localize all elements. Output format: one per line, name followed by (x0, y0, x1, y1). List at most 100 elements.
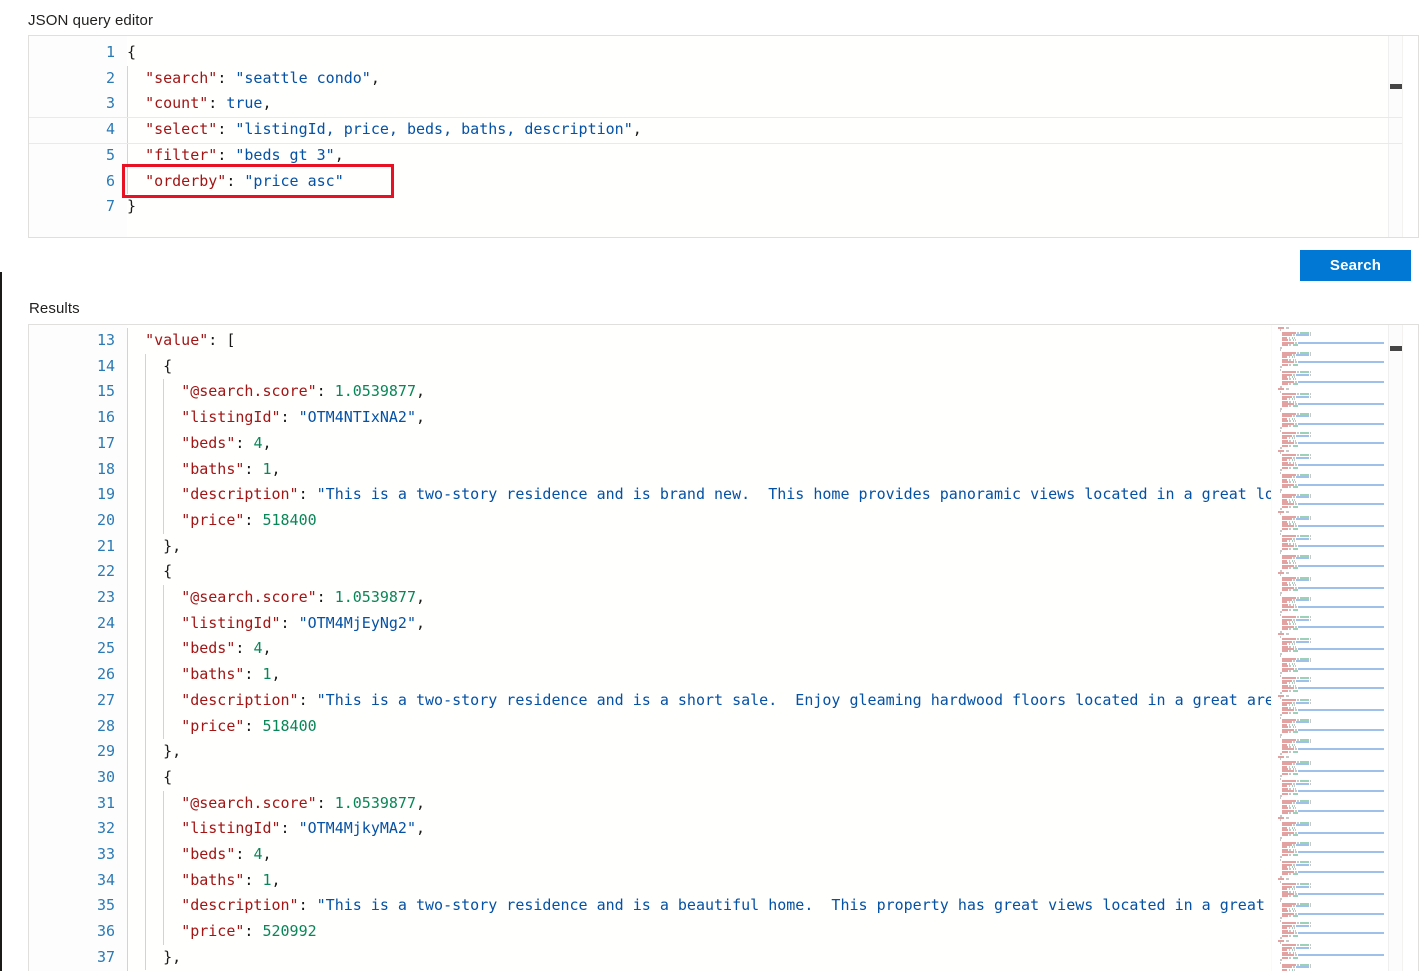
minimap-line-segment (1289, 444, 1292, 447)
token-key: "search" (145, 68, 218, 87)
search-button[interactable]: Search (1300, 250, 1411, 281)
code-line[interactable]: "baths": 1, (127, 457, 280, 483)
token-key: "listingId" (181, 819, 281, 838)
minimap-line-segment (1309, 579, 1311, 582)
minimap-line-segment (1281, 405, 1289, 408)
query-editor-scroll-marker[interactable] (1390, 84, 1402, 89)
code-line[interactable]: "value": [ (127, 328, 235, 354)
minimap-line-segment (1296, 824, 1309, 827)
minimap-line-segment (1296, 966, 1309, 969)
token-punc: : [ (208, 331, 236, 349)
json-query-editor[interactable]: 1 2 3 4 5 6 7 { "search": "seattle condo", "co… (28, 35, 1419, 238)
code-line[interactable]: { (127, 765, 172, 791)
code-line[interactable]: "listingId": "OTM4NTIxNA2", (127, 405, 425, 431)
minimap-line-segment (1279, 513, 1281, 516)
minimap-line-segment (1279, 777, 1281, 780)
line-number: 35 (96, 896, 115, 915)
minimap-line-segment (1281, 711, 1289, 714)
code-line[interactable]: }, (127, 945, 181, 971)
minimap-line-segment (1292, 689, 1299, 692)
minimap-line-segment (1292, 608, 1299, 611)
line-number: 23 (96, 588, 115, 606)
token-punc: , (262, 639, 272, 658)
results-editor[interactable]: 13 14 15 16 17 18 19 20 21 22 23 24 25 26 27 28 29 30 31 32… (28, 324, 1419, 971)
code-line[interactable]: }, (127, 534, 181, 560)
code-line[interactable]: "description": "This is a two-story resi… (127, 893, 1265, 919)
token-punc: : (235, 845, 254, 863)
code-line[interactable]: "count": true, (127, 91, 271, 117)
code-line[interactable]: } (127, 194, 136, 220)
indent-guide (163, 585, 164, 740)
minimap-line-segment (1281, 750, 1289, 753)
minimap-line-segment (1292, 425, 1299, 427)
token-num: 1 (262, 665, 272, 684)
code-line[interactable]: "price": 520992 (127, 919, 316, 945)
minimap-line-segment (1298, 667, 1384, 670)
code-line[interactable]: { (127, 559, 172, 585)
minimap-line-segment (1298, 790, 1384, 793)
token-key: "description" (181, 690, 299, 709)
minimap-line-segment (1309, 518, 1311, 521)
indent-guide (163, 790, 164, 945)
token-bool: true (226, 94, 263, 113)
minimap-line-segment (1309, 763, 1311, 766)
results-editor-minimap[interactable] (1271, 325, 1387, 971)
minimap-line-segment (1285, 694, 1289, 697)
code-line[interactable]: }, (127, 739, 181, 765)
query-editor-scrollbar[interactable] (1388, 36, 1402, 237)
minimap-line-segment (1298, 606, 1384, 609)
line-number: 22 (96, 562, 115, 581)
minimap-line-segment (1292, 711, 1299, 714)
code-line[interactable]: "baths": 1, (127, 868, 280, 894)
code-line[interactable]: "filter": "beds gt 3", (127, 143, 344, 169)
code-line[interactable]: "beds": 4, (127, 842, 271, 868)
code-line[interactable]: "search": "seattle condo", (127, 66, 380, 92)
token-key: "listingId" (181, 613, 281, 632)
minimap-line-segment (1289, 711, 1292, 714)
code-line[interactable]: "description": "This is a two-story resi… (127, 688, 1271, 714)
minimap-line-segment (1298, 687, 1384, 690)
code-line[interactable]: "@search.score": 1.0539877, (127, 791, 425, 817)
code-line[interactable]: "price": 518400 (127, 508, 316, 534)
code-line[interactable]: "listingId": "OTM4MjkyMA2", (127, 816, 425, 842)
minimap-line-segment (1296, 353, 1309, 356)
token-punc: : (244, 716, 263, 735)
code-line[interactable]: "baths": 1, (127, 662, 280, 688)
minimap-line-segment (1281, 895, 1289, 898)
minimap-line-segment (1289, 689, 1292, 692)
code-line[interactable]: "listingId": "OTM4MjEyNg2", (127, 611, 425, 637)
minimap-line-segment (1279, 941, 1281, 944)
code-line[interactable]: "select": "listingId, price, beds, baths… (127, 117, 642, 143)
line-number: 21 (96, 536, 115, 555)
results-editor-code-area[interactable]: "value": [ { "@search.score": 1.0539877,… (127, 325, 1271, 971)
code-line[interactable]: "orderby": "price asc" (127, 169, 344, 195)
minimap-line-segment (1281, 589, 1289, 592)
code-line[interactable]: "@search.score": 1.0539877, (127, 379, 425, 405)
results-editor-gutter: 13 14 15 16 17 18 19 20 21 22 23 24 25 26 27 28 29 30 31 32… (29, 325, 127, 971)
minimap-line-segment (1309, 353, 1311, 356)
minimap-line-segment (1296, 434, 1309, 437)
code-line[interactable]: { (127, 40, 136, 66)
code-line[interactable]: { (127, 354, 172, 380)
minimap-line-segment (1298, 422, 1384, 425)
minimap-line-segment (1309, 843, 1311, 846)
code-line[interactable]: "price": 518400 (127, 714, 316, 740)
line-number: 33 (96, 845, 115, 863)
results-editor-overview-ruler (1402, 325, 1418, 971)
code-line[interactable]: "@search.score": 1.0539877, (127, 585, 425, 611)
minimap-line-segment (1298, 625, 1384, 628)
results-editor-scrollbar[interactable] (1388, 325, 1402, 971)
minimap-line-segment (1285, 572, 1289, 574)
token-key: "price" (181, 922, 245, 941)
minimap-line-segment (1279, 594, 1281, 597)
minimap-line-segment (1296, 660, 1309, 663)
query-editor-code-area[interactable]: { "search": "seattle condo", "count": tr… (127, 36, 1388, 237)
code-line[interactable]: "description": "This is a two-story resi… (127, 482, 1271, 508)
code-line[interactable]: "beds": 4, (127, 431, 271, 457)
token-punc: { (163, 356, 173, 375)
results-editor-scroll-marker[interactable] (1390, 346, 1402, 351)
code-line[interactable]: "beds": 4, (127, 636, 272, 662)
results-editor-code-clip[interactable]: "value": [ { "@search.score": 1.0539877,… (127, 325, 1271, 971)
token-num: 1 (262, 459, 272, 478)
minimap-line-segment (1281, 670, 1289, 672)
